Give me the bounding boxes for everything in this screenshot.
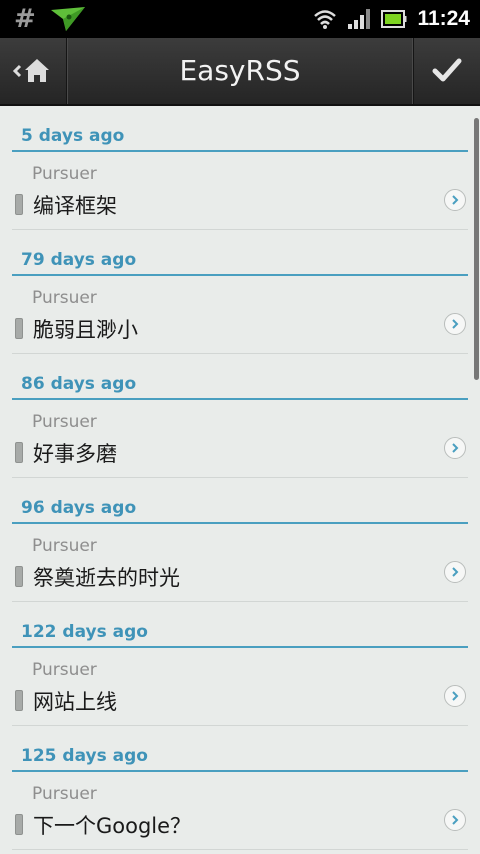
item-source: Pursuer (32, 536, 97, 556)
item-title: 下一个Google？ (33, 814, 192, 838)
status-bar: # 11:24 (0, 0, 480, 38)
read-status-marker (15, 566, 23, 587)
home-up-icon (12, 59, 49, 82)
chevron-right-icon[interactable] (444, 437, 466, 459)
section-header: 79 days ago (12, 230, 468, 276)
chevron-right-icon[interactable] (444, 313, 466, 335)
section-header: 96 days ago (12, 478, 468, 524)
list-item[interactable]: Pursuer 祭奠逝去的时光 (12, 524, 468, 602)
battery-icon (381, 10, 407, 28)
item-source: Pursuer (32, 164, 97, 184)
home-up-button[interactable] (0, 38, 67, 104)
read-status-marker (15, 690, 23, 711)
item-title: 祭奠逝去的时光 (33, 566, 180, 590)
section-header: 5 days ago (12, 106, 468, 152)
list-item[interactable]: Pursuer 脆弱且渺小 (12, 276, 468, 354)
notification-icons: # (14, 4, 86, 34)
section-header: 86 days ago (12, 354, 468, 400)
chevron-right-icon[interactable] (444, 189, 466, 211)
section-header: 122 days ago (12, 602, 468, 648)
item-title: 网站上线 (33, 690, 117, 714)
chevron-right-icon[interactable] (444, 809, 466, 831)
signal-strength-icon (348, 9, 371, 29)
item-source: Pursuer (32, 784, 97, 804)
mark-all-read-button[interactable] (413, 38, 480, 104)
wifi-icon (314, 10, 337, 29)
action-bar: EasyRSS (0, 38, 480, 106)
list-item[interactable]: Pursuer 好事多磨 (12, 400, 468, 478)
item-source: Pursuer (32, 660, 97, 680)
hash-notification-icon: # (14, 4, 36, 34)
item-title: 好事多磨 (33, 442, 117, 466)
chevron-right-icon[interactable] (444, 685, 466, 707)
chevron-right-icon[interactable] (444, 561, 466, 583)
read-status-marker (15, 814, 23, 835)
item-source: Pursuer (32, 412, 97, 432)
list-item[interactable]: Pursuer 下一个Google？ (12, 772, 468, 850)
list-item[interactable]: Pursuer 网站上线 (12, 648, 468, 726)
clock: 11:24 (417, 7, 470, 30)
section-header: 125 days ago (12, 726, 468, 772)
list-item[interactable]: Pursuer 编译框架 (12, 152, 468, 230)
read-status-marker (15, 318, 23, 339)
read-status-marker (15, 194, 23, 215)
paper-plane-icon (50, 7, 85, 31)
read-status-marker (15, 442, 23, 463)
item-title: 脆弱且渺小 (33, 318, 138, 342)
scrollbar-thumb[interactable] (474, 118, 479, 380)
checkmark-icon (432, 58, 462, 82)
article-list[interactable]: 5 days ago Pursuer 编译框架 79 days ago Purs… (0, 106, 480, 854)
item-title: 编译框架 (33, 194, 117, 218)
item-source: Pursuer (32, 288, 97, 308)
app-title: EasyRSS (179, 54, 301, 87)
